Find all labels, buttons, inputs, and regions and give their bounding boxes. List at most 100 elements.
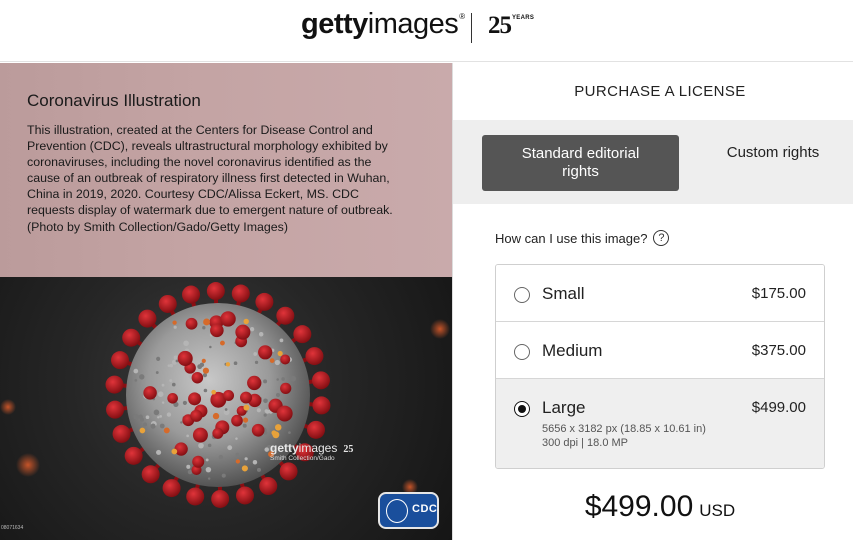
envelope-protein bbox=[225, 362, 231, 367]
spike-protein bbox=[210, 323, 224, 338]
anniversary-logo: 25YEARS bbox=[488, 12, 534, 40]
surface-texture bbox=[290, 375, 296, 382]
spike-protein bbox=[138, 309, 157, 328]
spike-protein bbox=[280, 382, 292, 394]
cdc-badge-text: CDC bbox=[412, 503, 438, 515]
size-name: Large bbox=[542, 398, 586, 417]
surface-texture bbox=[157, 391, 164, 397]
envelope-protein bbox=[241, 465, 248, 472]
spike-protein bbox=[247, 375, 262, 391]
surface-texture bbox=[256, 408, 261, 413]
surface-texture bbox=[207, 477, 211, 480]
envelope-protein bbox=[220, 340, 225, 346]
envelope-protein bbox=[212, 412, 220, 420]
spike-protein bbox=[191, 371, 204, 384]
spike-protein bbox=[105, 375, 124, 394]
surface-texture bbox=[167, 364, 171, 368]
usage-question-text: How can I use this image? bbox=[495, 230, 648, 246]
size-option-small[interactable]: Small $175.00 bbox=[496, 265, 824, 322]
spike-protein bbox=[188, 392, 202, 406]
watermark-brand: gettyimages bbox=[270, 441, 338, 455]
surface-texture bbox=[288, 431, 291, 434]
spike-protein bbox=[185, 317, 198, 330]
surface-texture bbox=[202, 326, 206, 330]
spike-protein bbox=[231, 284, 250, 303]
spike-protein bbox=[212, 427, 224, 439]
envelope-protein bbox=[202, 367, 210, 374]
getty-watermark: gettyimages 25 Smith Collection/Gado bbox=[270, 439, 354, 462]
surface-texture bbox=[161, 401, 165, 404]
envelope-protein bbox=[269, 358, 275, 363]
tab-custom-rights[interactable]: Custom rights bbox=[721, 144, 825, 162]
spike-protein bbox=[186, 487, 205, 506]
size-option-large[interactable]: Large $499.00 5656 x 3182 px (18.85 x 10… bbox=[496, 379, 824, 468]
size-options: Small $175.00 Medium $375.00 Large $499.… bbox=[495, 264, 825, 469]
hhs-seal-icon bbox=[386, 499, 408, 523]
radio-unselected-icon[interactable] bbox=[514, 344, 530, 360]
anniversary-label: YEARS bbox=[512, 15, 535, 21]
spike-protein bbox=[158, 294, 177, 313]
surface-texture bbox=[153, 409, 160, 416]
spike-protein bbox=[255, 292, 274, 311]
image-description: This illustration, created at the Center… bbox=[27, 123, 393, 234]
surface-texture bbox=[182, 400, 187, 405]
background-particle bbox=[0, 399, 16, 415]
surface-texture bbox=[263, 398, 268, 404]
image-description-panel: Coronavirus Illustration This illustrati… bbox=[0, 63, 452, 277]
question-circle-icon[interactable]: ? bbox=[653, 230, 670, 246]
surface-texture bbox=[171, 382, 176, 387]
total-amount: $499.00 bbox=[584, 490, 694, 523]
envelope-protein bbox=[203, 318, 211, 326]
surface-texture bbox=[258, 332, 264, 337]
image-preview[interactable]: gettyimages 25 Smith Collection/Gado 0807… bbox=[0, 277, 452, 540]
spike-protein bbox=[220, 311, 236, 327]
envelope-protein bbox=[272, 431, 280, 439]
spike-protein bbox=[141, 465, 160, 484]
surface-texture bbox=[134, 378, 138, 382]
background-particle bbox=[430, 319, 450, 339]
surface-texture bbox=[235, 437, 238, 440]
spike-protein bbox=[192, 455, 205, 468]
size-price: $375.00 bbox=[751, 342, 806, 359]
surface-texture bbox=[155, 371, 159, 374]
spike-protein bbox=[106, 400, 125, 419]
license-panel: PURCHASE A LICENSE Standard editorial ri… bbox=[452, 63, 853, 540]
header-divider bbox=[471, 13, 472, 43]
tab-standard-editorial-rights[interactable]: Standard editorial rights bbox=[482, 135, 679, 191]
spike-protein bbox=[111, 351, 130, 370]
envelope-protein bbox=[274, 424, 282, 431]
spike-protein bbox=[190, 409, 203, 422]
spike-protein bbox=[222, 389, 235, 402]
surface-texture bbox=[139, 417, 144, 422]
surface-texture bbox=[264, 447, 269, 452]
surface-texture bbox=[159, 423, 165, 429]
surface-texture bbox=[183, 340, 189, 347]
spike-protein bbox=[143, 386, 157, 400]
spike-protein bbox=[312, 396, 331, 415]
size-option-medium[interactable]: Medium $375.00 bbox=[496, 322, 824, 379]
spike-protein bbox=[240, 391, 252, 404]
logo-bold-text: getty bbox=[301, 8, 368, 40]
spike-protein bbox=[122, 328, 141, 347]
spike-protein bbox=[177, 350, 193, 366]
spike-protein bbox=[279, 462, 298, 481]
envelope-protein bbox=[242, 417, 249, 423]
envelope-protein bbox=[172, 320, 177, 325]
radio-unselected-icon[interactable] bbox=[514, 287, 530, 303]
surface-texture bbox=[254, 360, 259, 365]
surface-texture bbox=[133, 414, 140, 420]
surface-texture bbox=[197, 364, 203, 370]
spike-protein bbox=[235, 324, 251, 340]
surface-texture bbox=[218, 454, 224, 460]
anniversary-number: 25 bbox=[488, 12, 512, 39]
size-dimensions: 5656 x 3182 px (18.85 x 10.61 in) bbox=[542, 423, 706, 435]
background-particle bbox=[16, 453, 40, 477]
getty-images-logo[interactable]: gettyimages® bbox=[301, 8, 465, 41]
watermark-years: 25 bbox=[343, 444, 354, 455]
total-price: $499.00 USD bbox=[453, 490, 853, 524]
envelope-protein bbox=[235, 459, 241, 464]
surface-texture bbox=[235, 452, 240, 457]
radio-selected-icon[interactable] bbox=[514, 401, 530, 417]
surface-texture bbox=[186, 434, 189, 438]
spike-protein bbox=[192, 427, 208, 443]
